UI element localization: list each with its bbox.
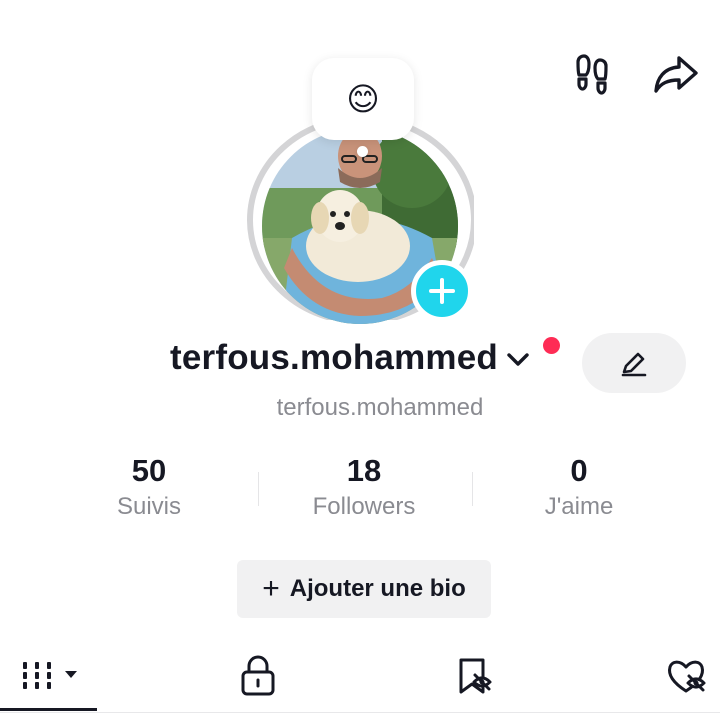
stat-following[interactable]: 50 Suivis xyxy=(39,452,259,522)
tab-liked[interactable] xyxy=(652,640,720,712)
edit-profile-button[interactable] xyxy=(582,333,686,393)
tab-private[interactable] xyxy=(222,640,294,712)
stat-likes[interactable]: 0 J'aime xyxy=(469,452,689,522)
bookmark-icon xyxy=(459,658,492,694)
tab-videos[interactable] xyxy=(6,640,90,712)
grid-videos-icon xyxy=(23,662,77,689)
account-switcher[interactable]: terfous.mohammed xyxy=(170,338,532,378)
status-bubble[interactable]: 😊 xyxy=(312,58,414,140)
pencil-icon xyxy=(621,352,647,377)
share-button[interactable] xyxy=(652,50,700,98)
likes-count: 0 xyxy=(570,453,588,488)
notification-dot xyxy=(543,337,560,354)
lock-icon xyxy=(241,655,275,696)
profile-username: terfous.mohammed xyxy=(170,338,498,377)
tabs-divider xyxy=(0,712,720,713)
bubble-dot xyxy=(357,146,368,157)
add-bio-button[interactable]: + Ajouter une bio xyxy=(237,560,491,618)
footprints-icon xyxy=(576,54,608,95)
share-arrow-icon xyxy=(654,56,698,93)
likes-label: J'aime xyxy=(544,493,614,520)
following-count: 50 xyxy=(131,453,167,488)
footprints-button[interactable] xyxy=(568,50,616,98)
plus-icon: + xyxy=(262,572,280,605)
active-tab-indicator xyxy=(0,708,97,711)
add-story-button[interactable] xyxy=(411,260,473,322)
add-bio-label: Ajouter une bio xyxy=(289,575,466,602)
tab-saved[interactable] xyxy=(438,640,510,712)
followers-label: Followers xyxy=(312,493,416,520)
profile-handle: terfous.mohammed xyxy=(276,394,484,421)
stat-followers[interactable]: 18 Followers xyxy=(254,452,474,522)
status-emoji: 😊 xyxy=(346,81,380,117)
plus-icon xyxy=(429,278,455,304)
liked-heart-icon xyxy=(668,660,706,693)
followers-count: 18 xyxy=(346,453,382,488)
chevron-down-icon xyxy=(507,353,529,366)
following-label: Suivis xyxy=(116,493,182,520)
